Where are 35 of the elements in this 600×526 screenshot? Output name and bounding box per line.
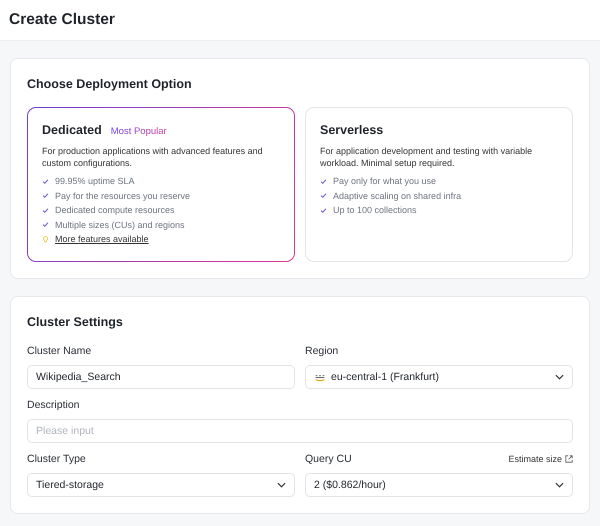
lightbulb-icon: [42, 236, 49, 243]
deployment-option[interactable]: Serverless For application development and testing with variable workload. Minimal setup required. Pay only for what you use Adaptive scaling on shared infra Up to 100 collections: [305, 107, 573, 262]
feature-text: Pay only for what you use: [333, 176, 436, 186]
chevron-down-icon: [555, 482, 564, 488]
option-description: For application development and testing with variable workload. Minimal setup required.: [320, 146, 534, 169]
feature-text: Pay for the resources you reserve: [55, 190, 190, 201]
select-field[interactable]: 2 ($0.862/hour): [305, 473, 573, 497]
option-description: For production applications with advanced features and custom configurations.: [42, 146, 264, 169]
feature-text: Dedicated compute resources: [55, 205, 175, 216]
option-title: Serverless: [320, 123, 384, 137]
field-label: Query CU: [305, 453, 352, 465]
cloud-provider-icon: [314, 372, 326, 382]
input-field[interactable]: Wikipedia_Search: [27, 365, 295, 389]
field-label: Region: [305, 345, 338, 357]
feature-text: Multiple sizes (CUs) and regions: [55, 220, 185, 230]
deployment-option[interactable]: [27, 107, 295, 262]
select-field[interactable]: eu-central-1 (Frankfurt): [305, 365, 573, 389]
section-title: Choose Deployment Option: [27, 77, 193, 91]
option-title: Dedicated: [42, 123, 102, 137]
external-link-icon: [565, 455, 573, 463]
section-title: Cluster Settings: [27, 315, 124, 329]
field-label: Description: [27, 399, 80, 411]
feature-text: 99.95% uptime SLA: [55, 176, 135, 186]
more-features-link[interactable]: More features available: [55, 234, 149, 244]
page-title: Create Cluster: [9, 11, 115, 29]
popular-label: Most Popular: [110, 126, 167, 137]
feature-text: Adaptive scaling on shared infra: [333, 190, 462, 201]
estimate-size-link[interactable]: Estimate size: [508, 454, 573, 464]
feature-text: Up to 100 collections: [333, 205, 417, 216]
field-label: Cluster Type: [27, 453, 86, 465]
input-field[interactable]: Please input: [27, 419, 573, 443]
chevron-down-icon: [555, 374, 564, 380]
select-field[interactable]: Tiered-storage: [27, 473, 295, 497]
chevron-down-icon: [277, 482, 286, 488]
field-label: Cluster Name: [27, 345, 92, 357]
